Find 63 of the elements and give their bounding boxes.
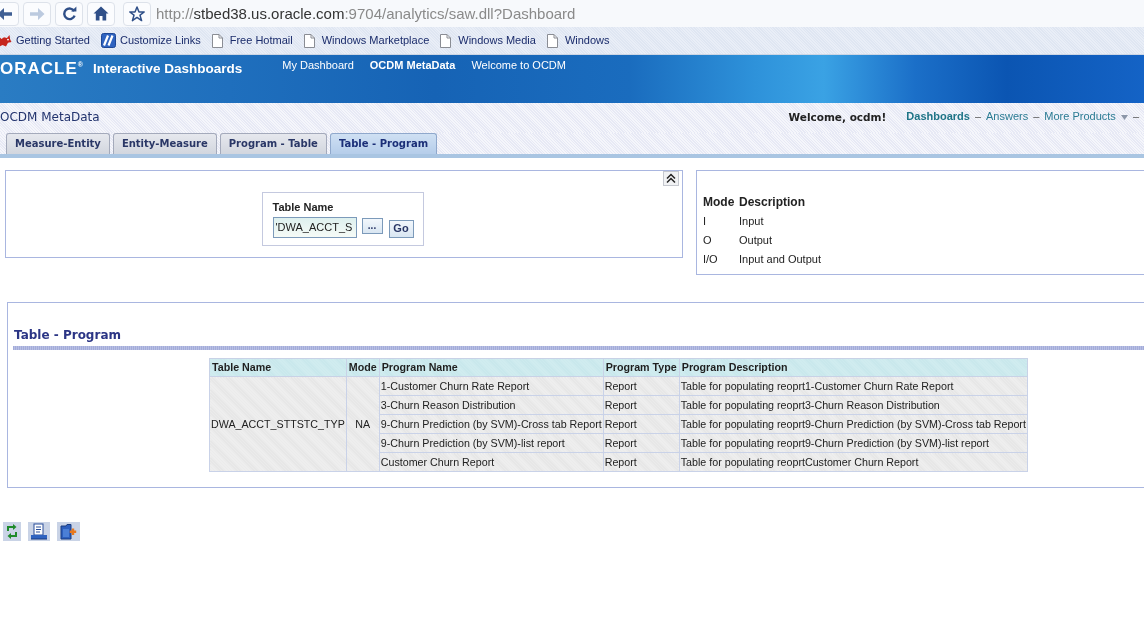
- input-field[interactable]: 'DWA_ACCT_S: [272, 216, 357, 238]
- table-cell-text: I: [703, 213, 708, 229]
- home-icon: [93, 6, 109, 21]
- table-cell-text: Input and Output: [739, 251, 821, 267]
- table-cell: DWA_ACCT_STTSTC_TYP: [209, 376, 347, 472]
- reload-button[interactable]: [55, 1, 83, 26]
- bookmark-link[interactable]: Windows: [546, 33, 610, 48]
- fox-icon: [0, 34, 12, 47]
- nav-link[interactable]: My Dashboard: [282, 58, 354, 73]
- bookmark-link[interactable]: Windows Marketplace: [303, 33, 430, 48]
- browse-button[interactable]: ...: [361, 217, 383, 234]
- link-separator: –: [1132, 110, 1139, 124]
- section-title: Table - Program: [14, 327, 122, 344]
- table-cell-text: Output: [739, 232, 774, 248]
- column-header: Program Type: [603, 358, 680, 377]
- dashboard-title: OCDM MetaData: [0, 109, 100, 125]
- column-header: Program Description: [679, 358, 1028, 377]
- link-separator: –: [974, 110, 982, 124]
- arrow-right-icon: [29, 6, 45, 21]
- bookmark-link[interactable]: Getting Started: [0, 33, 90, 48]
- field-label: Table Name: [272, 200, 335, 214]
- tab[interactable]: Entity-Measure: [112, 133, 217, 154]
- bookmark-link[interactable]: Customize Links: [101, 33, 201, 48]
- app-title: Interactive Dashboards: [92, 60, 243, 78]
- refresh-icon[interactable]: [3, 522, 21, 541]
- page-icon: [546, 33, 558, 48]
- tab[interactable]: Table - Program: [329, 133, 438, 154]
- go-button[interactable]: Go: [388, 220, 414, 238]
- logo: ORACLE$^{®}$: [0, 58, 83, 80]
- home-button[interactable]: [87, 1, 115, 26]
- nav-link[interactable]: More Products: [1044, 110, 1128, 124]
- back-button[interactable]: [0, 1, 19, 26]
- column-header: Description: [739, 194, 806, 212]
- link-separator: –: [1033, 110, 1040, 124]
- tab[interactable]: Program - Table: [219, 133, 327, 154]
- arrow-left-icon: [0, 6, 13, 21]
- bookmark-link[interactable]: Windows Media: [440, 33, 536, 48]
- tab[interactable]: Measure-Entity: [6, 133, 110, 154]
- caret-icon: [1120, 114, 1128, 120]
- page-icon: [303, 33, 315, 48]
- star-icon: [129, 5, 145, 22]
- bookmark-button[interactable]: [123, 1, 151, 26]
- nav-link[interactable]: Answers: [986, 110, 1029, 124]
- page-icon: [211, 33, 223, 48]
- bookmark-link[interactable]: Free Hotmail: [211, 33, 293, 48]
- page-icon: [440, 33, 452, 48]
- table-cell-text: I/O: [703, 251, 719, 267]
- nav-link[interactable]: OCDM MetaData: [369, 58, 456, 73]
- nav-link[interactable]: Welcome to OCDM: [471, 58, 566, 73]
- column-header: Mode: [703, 193, 739, 212]
- nav-link[interactable]: Dashboards: [906, 110, 970, 124]
- print-icon[interactable]: [28, 522, 50, 541]
- column-header: Program Name: [379, 358, 604, 377]
- double-chevron-up-icon[interactable]: [663, 171, 679, 186]
- table-cell: O: [703, 231, 739, 250]
- table-cell-text: Input: [739, 213, 765, 229]
- reload-icon: [61, 6, 77, 21]
- column-header: Table Name: [209, 358, 347, 377]
- table-cell: NA: [346, 376, 380, 472]
- folder-plus-icon[interactable]: [57, 522, 80, 541]
- column-header: Mode: [346, 358, 380, 377]
- tile-icon: [101, 33, 116, 48]
- welcome-text: Welcome, ocdm!: [788, 110, 887, 124]
